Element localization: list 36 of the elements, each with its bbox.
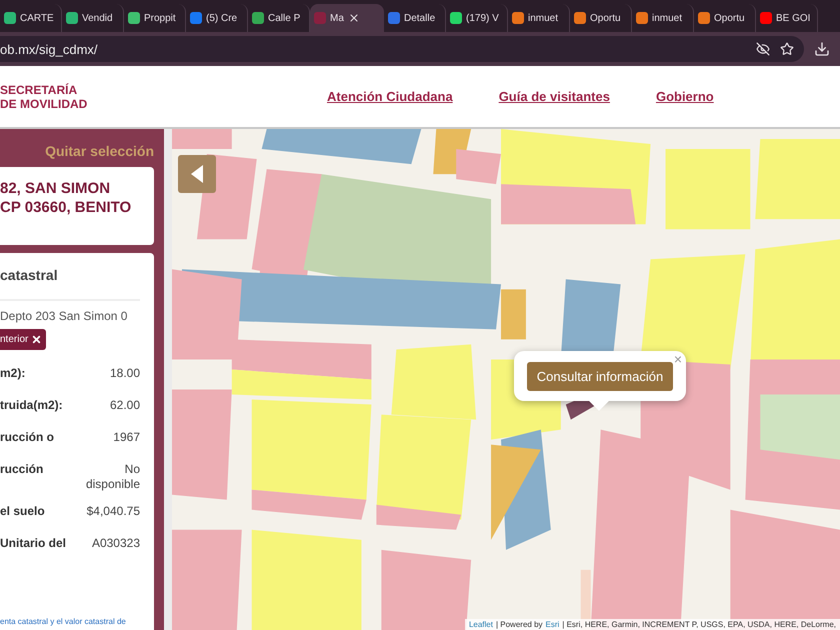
attribution-text: | Powered by	[496, 620, 543, 629]
browser-tab[interactable]: Ma	[310, 4, 384, 32]
field-value: 18.00	[108, 366, 140, 381]
download-icon[interactable]	[814, 41, 830, 57]
field-label: rucción	[0, 462, 44, 476]
footnote-link[interactable]: enta catastral y el valor catastral de	[0, 617, 154, 626]
field-value: $4,040.75	[86, 504, 140, 519]
logo-text: SECRETARÍA DE MOVILIDAD	[0, 82, 88, 110]
field-label: Unitario del	[0, 536, 66, 550]
field-label: rucción o	[0, 430, 54, 444]
close-icon	[31, 334, 42, 345]
field-value: No disponible	[84, 462, 140, 492]
scrollbar[interactable]	[164, 129, 172, 630]
back-button[interactable]: nterior	[0, 329, 46, 350]
field-value: A030323	[90, 536, 140, 551]
property-text: Depto 203 San Simon 0	[0, 309, 128, 323]
nav-link[interactable]: Guía de visitantes	[498, 89, 610, 104]
field-value: 1967	[112, 430, 140, 445]
esri-link[interactable]: Esri	[546, 620, 560, 629]
nav-link[interactable]: Atención Ciudadana	[327, 89, 453, 104]
eye-off-icon[interactable]	[756, 42, 770, 56]
collapse-button[interactable]	[178, 155, 216, 193]
nav-link[interactable]: Gobierno	[656, 89, 714, 104]
consult-button[interactable]: Consultar información	[526, 362, 674, 390]
attribution-text: | Esri, HERE, Garmin, INCREMENT P, USGS, EPA, USDA, HERE, DeLorme,	[562, 620, 836, 629]
address-card: 82, SAN SIMON CP 03660, BENITO	[0, 167, 154, 245]
field-label: m2):	[0, 366, 26, 380]
address-field[interactable]: ob.mx/sig_cdmx/	[0, 36, 804, 62]
field-label: truida(m2):	[0, 398, 63, 412]
leaflet-link[interactable]: Leaflet	[468, 620, 493, 629]
field-value: 62.00	[108, 398, 140, 413]
close-icon[interactable]	[348, 12, 360, 24]
star-icon[interactable]	[780, 42, 794, 56]
field-label: el suelo	[0, 504, 45, 518]
left-triangle-icon	[191, 165, 203, 183]
card-title: catastral	[0, 267, 140, 301]
